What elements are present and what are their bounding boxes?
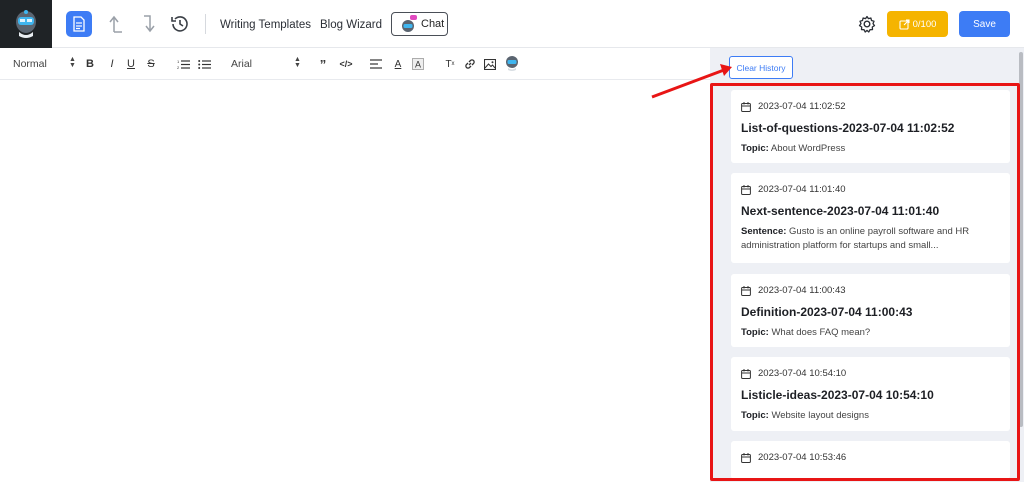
ordered-list-icon: 1 2 <box>177 59 190 70</box>
link-button[interactable] <box>463 56 477 72</box>
blockquote-button[interactable]: ” <box>317 56 329 72</box>
history-field-label: Topic: <box>741 143 769 154</box>
chat-button[interactable]: Chat <box>391 12 448 36</box>
svg-text:A: A <box>415 60 421 70</box>
history-date: 2023-07-04 10:53:46 <box>741 452 846 463</box>
history-button[interactable] <box>169 13 191 35</box>
history-date: 2023-07-04 11:00:43 <box>741 285 846 296</box>
app-window: Writing Templates Blog Wizard Chat 0/100… <box>0 0 1024 482</box>
calendar-icon <box>741 285 751 296</box>
credits-button[interactable]: 0/100 <box>887 11 948 37</box>
svg-text:2: 2 <box>177 65 180 70</box>
header-divider <box>205 14 206 34</box>
heading-select-arrows-icon: ▲ ▼ <box>69 56 76 69</box>
history-card[interactable]: 2023-07-04 11:01:40 Next-sentence-2023-0… <box>731 173 1010 263</box>
history-card[interactable]: 2023-07-04 10:53:46 <box>731 441 1010 479</box>
calendar-icon <box>741 368 751 379</box>
history-date-text: 2023-07-04 11:01:40 <box>758 184 846 195</box>
link-icon <box>465 59 475 69</box>
bullet-list-button[interactable] <box>197 56 211 72</box>
document-icon <box>73 16 85 32</box>
background-color-button[interactable]: A <box>411 56 425 72</box>
redo-button[interactable] <box>138 12 160 36</box>
history-date: 2023-07-04 11:02:52 <box>741 101 846 112</box>
gear-icon <box>858 15 876 33</box>
history-field-value: What does FAQ mean? <box>771 327 871 338</box>
image-icon <box>484 58 496 70</box>
chat-robot-icon <box>402 15 417 32</box>
history-title: Next-sentence-2023-07-04 11:01:40 <box>741 204 940 218</box>
nav-writing-templates[interactable]: Writing Templates <box>220 19 311 31</box>
history-card[interactable]: 2023-07-04 10:54:10 Listicle-ideas-2023-… <box>731 357 1010 431</box>
align-button[interactable] <box>369 56 383 72</box>
ai-assistant-button[interactable] <box>504 53 520 73</box>
strikethrough-button[interactable]: S <box>145 56 157 72</box>
text-color-button[interactable]: A <box>391 56 405 72</box>
highlight-icon: A <box>412 58 424 70</box>
history-title: Listicle-ideas-2023-07-04 10:54:10 <box>741 388 934 402</box>
undo-icon <box>109 15 122 33</box>
bold-button[interactable]: B <box>84 56 96 72</box>
svg-text:1: 1 <box>177 59 180 64</box>
underline-button[interactable]: U <box>125 56 137 72</box>
history-date-text: 2023-07-04 10:53:46 <box>758 452 847 463</box>
history-field-label: Topic: <box>741 327 769 338</box>
font-select[interactable]: Arial <box>231 56 252 72</box>
history-field-value: Website layout designs <box>771 410 869 421</box>
bullet-list-icon <box>197 59 211 69</box>
history-date-text: 2023-07-04 10:54:10 <box>758 368 847 379</box>
settings-button[interactable] <box>857 14 877 34</box>
history-description: Topic: What does FAQ mean? <box>741 326 996 340</box>
chat-label: Chat <box>421 18 445 30</box>
history-date-text: 2023-07-04 11:02:52 <box>758 101 846 112</box>
logo[interactable] <box>0 0 52 48</box>
italic-button[interactable]: I <box>106 56 118 72</box>
history-card[interactable]: 2023-07-04 11:02:52 List-of-questions-20… <box>731 90 1010 163</box>
editor-area[interactable] <box>0 81 710 482</box>
history-date: 2023-07-04 10:54:10 <box>741 368 846 379</box>
align-left-icon <box>370 59 382 69</box>
history-description: Topic: About WordPress <box>741 142 996 156</box>
clear-history-button[interactable]: Clear History <box>729 56 793 79</box>
robot-icon <box>506 56 518 71</box>
font-select-arrows-icon: ▲ ▼ <box>294 56 301 69</box>
history-date: 2023-07-04 11:01:40 <box>741 184 846 195</box>
export-icon <box>899 18 910 30</box>
history-title: List-of-questions-2023-07-04 11:02:52 <box>741 121 955 135</box>
history-description: Sentence: Gusto is an online payroll sof… <box>741 225 996 253</box>
annotation-arrow-icon <box>651 64 732 99</box>
history-field-label: Topic: <box>741 410 769 421</box>
code-block-button[interactable]: </> <box>339 56 353 72</box>
calendar-icon <box>741 184 751 195</box>
image-button[interactable] <box>483 56 497 72</box>
nav-blog-wizard[interactable]: Blog Wizard <box>320 19 382 31</box>
clear-format-button[interactable]: Tx <box>443 56 457 72</box>
calendar-icon <box>741 101 751 112</box>
credits-label: 0/100 <box>912 18 937 30</box>
ordered-list-button[interactable]: 1 2 <box>176 56 190 72</box>
sidebar-scrollbar[interactable] <box>1019 52 1023 427</box>
history-date-text: 2023-07-04 11:00:43 <box>758 285 846 296</box>
robot-logo-icon <box>16 10 36 38</box>
history-icon <box>171 16 188 32</box>
heading-select[interactable]: Normal <box>13 56 47 72</box>
document-button[interactable] <box>66 11 92 37</box>
editor-toolbar: Normal ▲ ▼ B I U S 1 2 Arial ▲ ▼ ” </> A… <box>0 48 710 80</box>
top-header: Writing Templates Blog Wizard Chat 0/100… <box>0 0 1024 48</box>
save-button[interactable]: Save <box>959 11 1010 37</box>
history-description: Topic: Website layout designs <box>741 409 996 423</box>
history-field-value: About WordPress <box>770 143 846 154</box>
calendar-icon <box>741 452 751 463</box>
redo-icon <box>144 15 155 33</box>
undo-button[interactable] <box>106 12 128 36</box>
history-title: Definition-2023-07-04 11:00:43 <box>741 305 913 319</box>
history-card[interactable]: 2023-07-04 11:00:43 Definition-2023-07-0… <box>731 274 1010 347</box>
history-field-label: Sentence: <box>741 226 787 237</box>
